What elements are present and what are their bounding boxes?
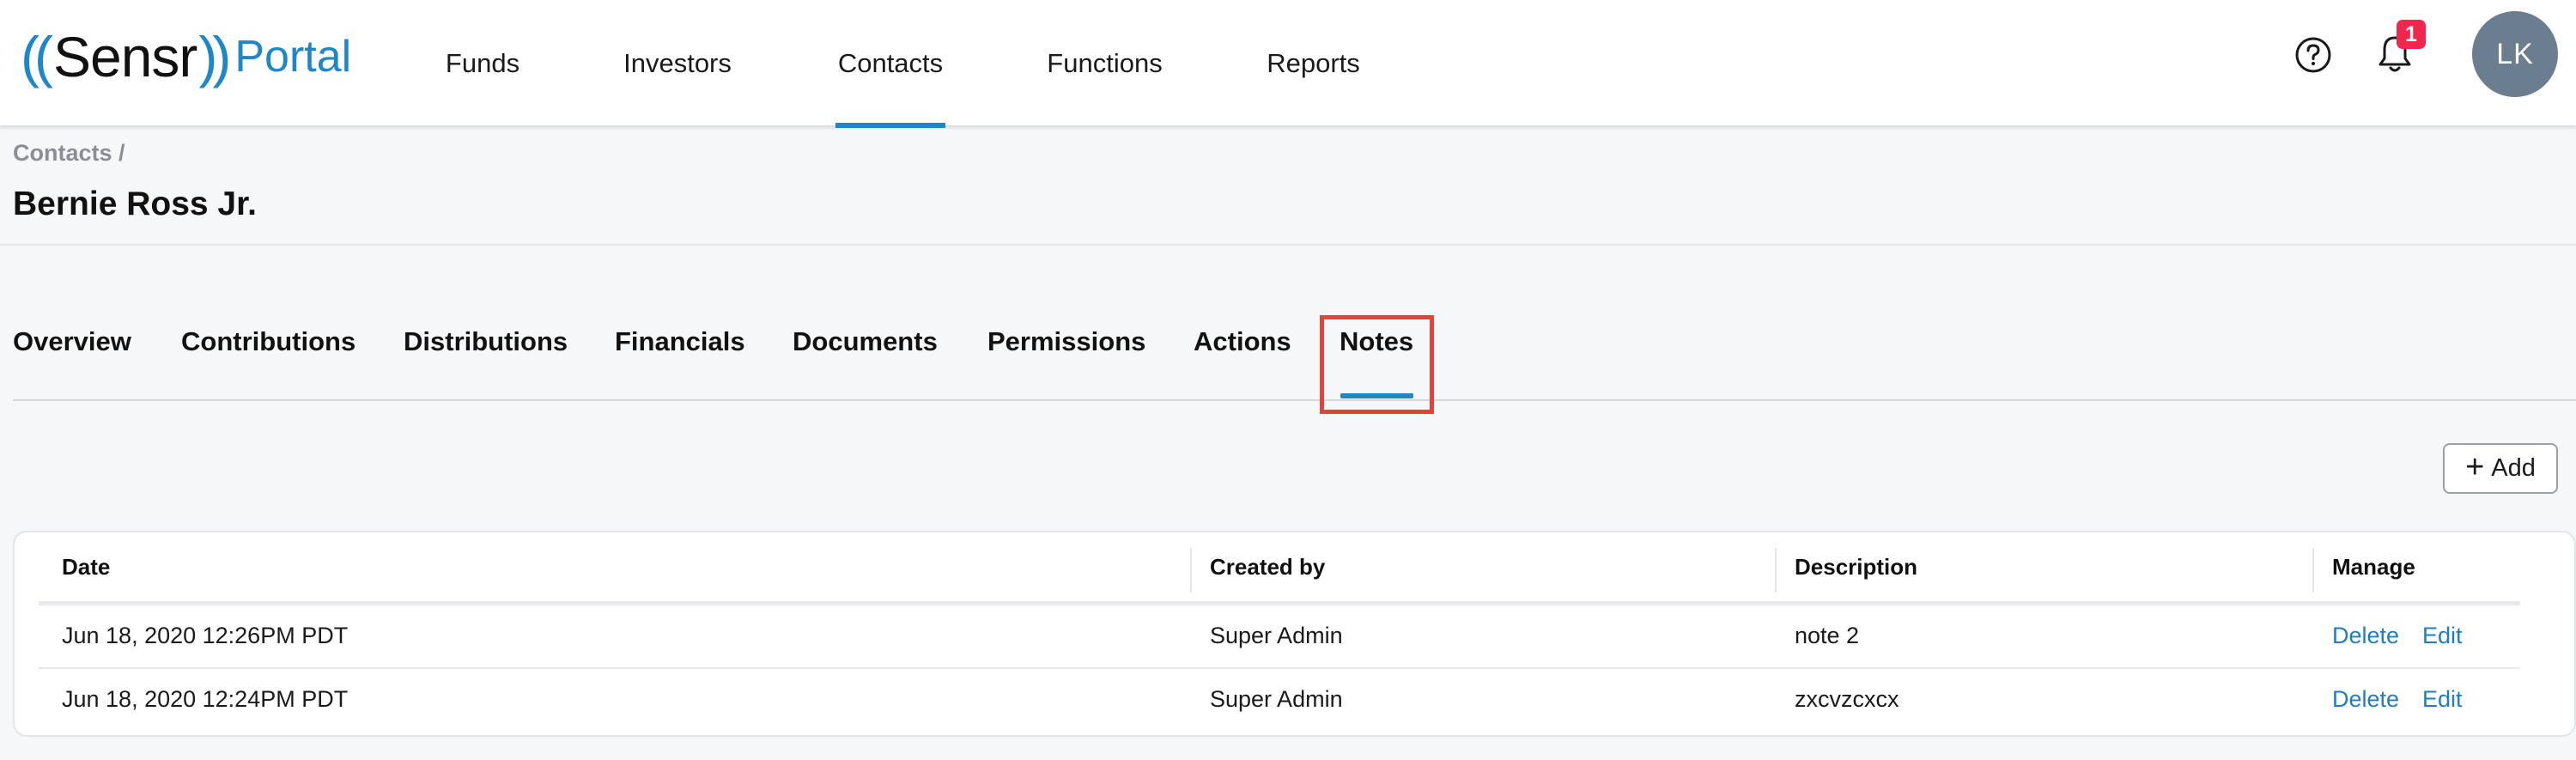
tab-financials[interactable]: Financials — [615, 326, 745, 357]
tab-contributions[interactable]: Contributions — [181, 326, 355, 357]
nav-contacts[interactable]: Contacts — [835, 0, 945, 128]
row-2-created-by: Super Admin — [1210, 686, 1343, 712]
user-avatar[interactable]: LK — [2472, 11, 2558, 97]
tab-distributions[interactable]: Distributions — [404, 326, 568, 357]
tab-overview[interactable]: Overview — [13, 326, 131, 357]
column-separator — [1775, 548, 1777, 593]
logo-brand: Sensr — [52, 25, 197, 88]
tab-permissions[interactable]: Permissions — [987, 326, 1145, 357]
column-header-manage: Manage — [2332, 554, 2415, 580]
nav-investors[interactable]: Investors — [618, 0, 737, 126]
logo-close-waves: )) — [198, 25, 231, 88]
row-2-delete-link[interactable]: Delete — [2332, 686, 2399, 713]
row-2-date: Jun 18, 2020 12:24PM PDT — [62, 686, 349, 712]
row-2-description: zxcvzcxcx — [1795, 686, 1899, 712]
nav-functions[interactable]: Functions — [1043, 0, 1166, 126]
top-navigation-bar: (( Sensr )) Portal Funds Investors Conta… — [0, 0, 2576, 128]
row-1-edit-link[interactable]: Edit — [2422, 623, 2463, 649]
notes-tab-highlight-box — [1320, 315, 1434, 414]
nav-reports[interactable]: Reports — [1264, 0, 1363, 126]
row-2-edit-link[interactable]: Edit — [2422, 686, 2463, 713]
page-title: Bernie Ross Jr. — [13, 185, 257, 222]
row-1-date: Jun 18, 2020 12:26PM PDT — [62, 623, 349, 648]
column-header-description: Description — [1795, 554, 1918, 580]
logo-portal: Portal — [234, 32, 352, 82]
add-button-label: Add — [2491, 454, 2536, 482]
nav-funds[interactable]: Funds — [445, 0, 520, 126]
column-separator — [2312, 548, 2314, 593]
logo-open-waves: (( — [21, 25, 53, 88]
row-1-created-by: Super Admin — [1210, 623, 1343, 648]
add-note-button[interactable]: + Add — [2443, 443, 2558, 494]
table-row-divider — [39, 667, 2520, 669]
sensr-portal-logo[interactable]: (( Sensr )) Portal — [21, 22, 351, 91]
column-header-date: Date — [62, 554, 111, 580]
tab-actions[interactable]: Actions — [1194, 326, 1291, 357]
column-separator — [1190, 548, 1192, 593]
breadcrumb[interactable]: Contacts / — [13, 140, 125, 167]
row-1-description: note 2 — [1795, 623, 1860, 648]
title-divider — [0, 244, 2576, 246]
table-header-divider — [39, 601, 2520, 605]
plus-icon: + — [2465, 449, 2485, 485]
notification-count-badge: 1 — [2397, 20, 2426, 49]
help-icon[interactable] — [2294, 36, 2332, 74]
row-1-delete-link[interactable]: Delete — [2332, 623, 2399, 649]
tab-documents[interactable]: Documents — [793, 326, 938, 357]
tabs-divider — [13, 399, 2576, 401]
column-header-created-by: Created by — [1210, 554, 1326, 580]
